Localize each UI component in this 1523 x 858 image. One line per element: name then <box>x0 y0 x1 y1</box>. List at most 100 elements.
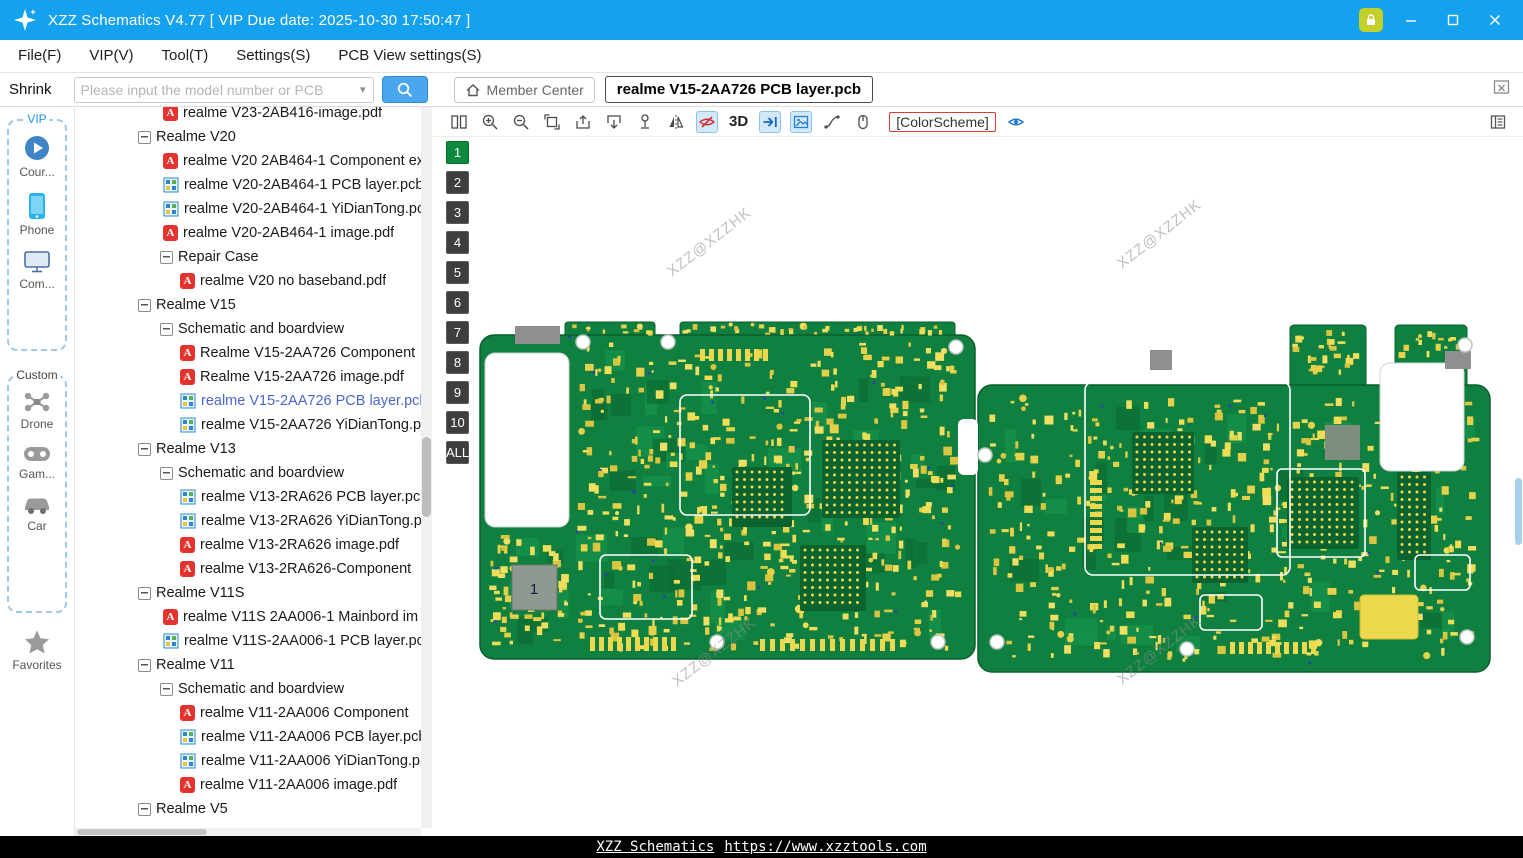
tree-file[interactable]: realme V13-2RA626 YiDianTong.p <box>75 509 421 533</box>
tree-folder[interactable]: Schematic and boardview <box>75 677 421 701</box>
tree-folder[interactable]: Repair Case <box>75 245 421 269</box>
open-document-tab[interactable]: realme V15-2AA726 PCB layer.pcb <box>605 76 873 103</box>
collapse-icon[interactable] <box>138 443 151 456</box>
tree-folder[interactable]: Realme V20 <box>75 125 421 149</box>
search-button[interactable] <box>382 76 428 103</box>
sidebar-item-course[interactable]: Cour... <box>9 134 65 179</box>
pin-marker-icon[interactable] <box>634 111 656 133</box>
open-top-layer-icon[interactable] <box>572 111 594 133</box>
tree-file[interactable]: Arealme V11S 2AA006-1 Mainbord im <box>75 605 421 629</box>
tree-file[interactable]: Arealme V13-2RA626-Component <box>75 557 421 581</box>
tree-file[interactable]: realme V15-2AA726 YiDianTong.p <box>75 413 421 437</box>
collapse-icon[interactable] <box>160 683 173 696</box>
menu-item-2[interactable]: VIP(V) <box>75 40 147 72</box>
tree-file[interactable]: Arealme V11-2AA006 Component <box>75 701 421 725</box>
maximize-button[interactable] <box>1439 6 1467 34</box>
collapse-icon[interactable] <box>138 587 151 600</box>
layer-button-4[interactable]: 4 <box>446 231 469 254</box>
tree-file[interactable]: ARealme V15-2AA726 image.pdf <box>75 365 421 389</box>
tree-file[interactable]: realme V11-2AA006 YiDianTong.p <box>75 749 421 773</box>
tree-file[interactable]: realme V13-2RA626 PCB layer.pcb <box>75 485 421 509</box>
tree-folder[interactable]: Realme V11S <box>75 581 421 605</box>
image-overlay-icon[interactable] <box>790 111 812 133</box>
menu-item-4[interactable]: Settings(S) <box>222 40 324 72</box>
collapse-icon[interactable] <box>138 803 151 816</box>
layer-button-ALL[interactable]: ALL <box>446 441 469 464</box>
sidebar-item-phone[interactable]: Phone <box>9 192 65 237</box>
chevron-down-icon[interactable]: ▾ <box>360 83 373 96</box>
open-bottom-layer-icon[interactable] <box>603 111 625 133</box>
canvas-scrollbar-thumb[interactable] <box>1515 478 1522 545</box>
pdf-file-icon: A <box>180 369 195 385</box>
close-button[interactable] <box>1481 6 1509 34</box>
sidebar-item-games[interactable]: Gam... <box>9 444 65 481</box>
model-search-box[interactable]: ▾ <box>74 77 374 103</box>
tree-folder[interactable]: Realme V5 <box>75 797 421 821</box>
tree-folder[interactable]: Schematic and boardview <box>75 461 421 485</box>
colorscheme-button[interactable]: [ColorScheme] <box>889 112 996 132</box>
3d-view-button[interactable]: 3D <box>727 113 750 130</box>
scrollbar-thumb[interactable] <box>77 829 207 835</box>
tree-horizontal-scrollbar[interactable] <box>75 828 421 836</box>
tree-file[interactable]: Arealme V23-2AB416-image.pdf <box>75 107 421 125</box>
member-center-button[interactable]: Member Center <box>454 77 595 103</box>
layer-button-3[interactable]: 3 <box>446 201 469 224</box>
collapse-icon[interactable] <box>160 323 173 336</box>
menu-item-5[interactable]: PCB View settings(S) <box>324 40 495 72</box>
layer-button-9[interactable]: 9 <box>446 381 469 404</box>
layer-button-5[interactable]: 5 <box>446 261 469 284</box>
menu-item-3[interactable]: Tool(T) <box>148 40 223 72</box>
tree-file[interactable]: Arealme V20-2AB464-1 image.pdf <box>75 221 421 245</box>
visibility-eye-icon[interactable] <box>1005 111 1027 133</box>
tree-folder[interactable]: Realme V13 <box>75 437 421 461</box>
tree-file[interactable]: ARealme V15-2AA726 Component <box>75 341 421 365</box>
tree-folder[interactable]: Schematic and boardview <box>75 317 421 341</box>
mirror-flip-icon[interactable] <box>665 111 687 133</box>
layer-button-6[interactable]: 6 <box>446 291 469 314</box>
move-to-edge-icon[interactable] <box>759 111 781 133</box>
vip-lock-icon[interactable] <box>1359 8 1383 32</box>
mouse-settings-icon[interactable] <box>852 111 874 133</box>
layers-panel-icon[interactable] <box>1487 111 1509 133</box>
collapse-icon[interactable] <box>138 659 151 672</box>
layer-button-2[interactable]: 2 <box>446 171 469 194</box>
tree-file[interactable]: realme V11-2AA006 PCB layer.pcb <box>75 725 421 749</box>
tree-file[interactable]: Arealme V13-2RA626 image.pdf <box>75 533 421 557</box>
tree-file[interactable]: realme V11S-2AA006-1 PCB layer.pcb <box>75 629 421 653</box>
hide-components-icon[interactable] <box>696 111 718 133</box>
collapse-icon[interactable] <box>160 251 173 264</box>
search-input[interactable] <box>75 82 360 98</box>
close-view-icon[interactable] <box>1492 78 1511 101</box>
collapse-icon[interactable] <box>160 467 173 480</box>
layer-button-8[interactable]: 8 <box>446 351 469 374</box>
tree-file[interactable]: Arealme V20 2AB464-1 Component ex <box>75 149 421 173</box>
sidebar-item-computer[interactable]: Com... <box>9 250 65 291</box>
pcb-canvas[interactable]: 1 2 3 4 5 6 7 8 9 10 ALL <box>432 137 1523 836</box>
sidebar-item-drone[interactable]: Drone <box>9 390 65 431</box>
collapse-icon[interactable] <box>138 299 151 312</box>
scrollbar-thumb[interactable] <box>422 437 431 517</box>
minimize-button[interactable] <box>1397 6 1425 34</box>
menu-item-1[interactable]: File(F) <box>4 40 75 72</box>
sidebar-item-favorites[interactable]: Favorites <box>0 629 74 672</box>
layer-button-10[interactable]: 10 <box>446 411 469 434</box>
zoom-out-icon[interactable] <box>510 111 532 133</box>
zoom-in-icon[interactable] <box>479 111 501 133</box>
tree-file[interactable]: realme V15-2AA726 PCB layer.pcb <box>75 389 421 413</box>
statusbar-url[interactable]: https://www.xzztools.com <box>724 839 926 855</box>
sidebar-item-car[interactable]: Car <box>9 494 65 533</box>
tree-folder[interactable]: Realme V15 <box>75 293 421 317</box>
tree-folder[interactable]: Realme V11 <box>75 653 421 677</box>
layer-button-1[interactable]: 1 <box>446 141 469 164</box>
tree-file[interactable]: Arealme V20 no baseband.pdf <box>75 269 421 293</box>
curve-measure-icon[interactable] <box>821 111 843 133</box>
fit-screen-icon[interactable] <box>541 111 563 133</box>
split-view-icon[interactable] <box>448 111 470 133</box>
shrink-button[interactable]: Shrink <box>9 81 52 98</box>
tree-file[interactable]: realme V20-2AB464-1 PCB layer.pcb <box>75 173 421 197</box>
tree-vertical-scrollbar[interactable] <box>421 107 432 828</box>
tree-file[interactable]: Arealme V11-2AA006 image.pdf <box>75 773 421 797</box>
tree-file[interactable]: realme V20-2AB464-1 YiDianTong.pc <box>75 197 421 221</box>
collapse-icon[interactable] <box>138 131 151 144</box>
layer-button-7[interactable]: 7 <box>446 321 469 344</box>
